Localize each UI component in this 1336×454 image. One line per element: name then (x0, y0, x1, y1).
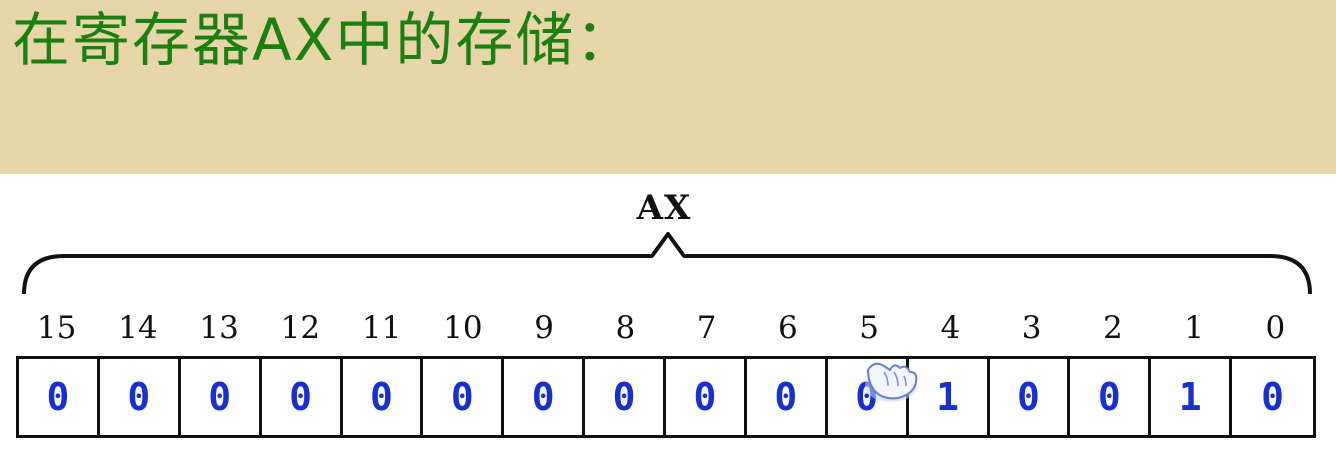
bit-cell: 1 (909, 359, 990, 435)
bit-cell: 0 (1261, 375, 1284, 419)
bit-cell: 0 (19, 359, 100, 435)
bit-index: 4 (940, 310, 961, 346)
bit-cells-row: 0 0 0 0 0 0 0 0 0 0 0 1 0 0 1 0 (16, 356, 1316, 438)
bit-cell: 0 (343, 359, 424, 435)
bit-cell: 0 (990, 359, 1071, 435)
bit-index: 1 (1184, 310, 1204, 346)
bit-cell: 0 (666, 359, 747, 435)
bit-cell: 0 (262, 359, 343, 435)
bit-index: 9 (534, 310, 554, 346)
bit-index: 3 (1021, 310, 1042, 346)
bit-cell: 0 (585, 359, 666, 435)
bit-index: 0 (1265, 310, 1286, 346)
bit-index: 7 (696, 310, 717, 346)
bit-cell: 0 (828, 359, 909, 435)
bit-index-row: 15 14 13 12 11 10 9 8 7 6 5 4 3 2 1 0 (16, 306, 1316, 350)
bit-cell: 0 (1070, 359, 1152, 435)
bit-index: 10 (443, 310, 483, 346)
bit-cell: 0 (100, 359, 181, 435)
bit-cell: 0 (181, 359, 262, 435)
page-heading: 在寄存器AX中的存储： (12, 6, 636, 74)
bit-index: 15 (36, 310, 77, 346)
bit-index: 5 (859, 310, 879, 346)
bit-index: 13 (199, 310, 239, 346)
bit-index: 12 (280, 310, 321, 346)
bit-cell: 1 (1151, 359, 1233, 435)
bit-index: 14 (118, 310, 158, 346)
bit-index: 8 (615, 310, 636, 346)
bit-cell: 0 (747, 359, 828, 435)
bit-cell: 0 (423, 359, 505, 435)
bit-index: 2 (1103, 310, 1123, 346)
bit-index: 6 (778, 310, 798, 346)
bit-cell: 0 (504, 359, 586, 435)
bit-index: 11 (361, 310, 402, 346)
register-diagram-panel: AX 15 14 13 12 11 10 9 8 7 6 5 4 3 2 1 0… (0, 174, 1336, 454)
register-name-label: AX (636, 188, 692, 228)
